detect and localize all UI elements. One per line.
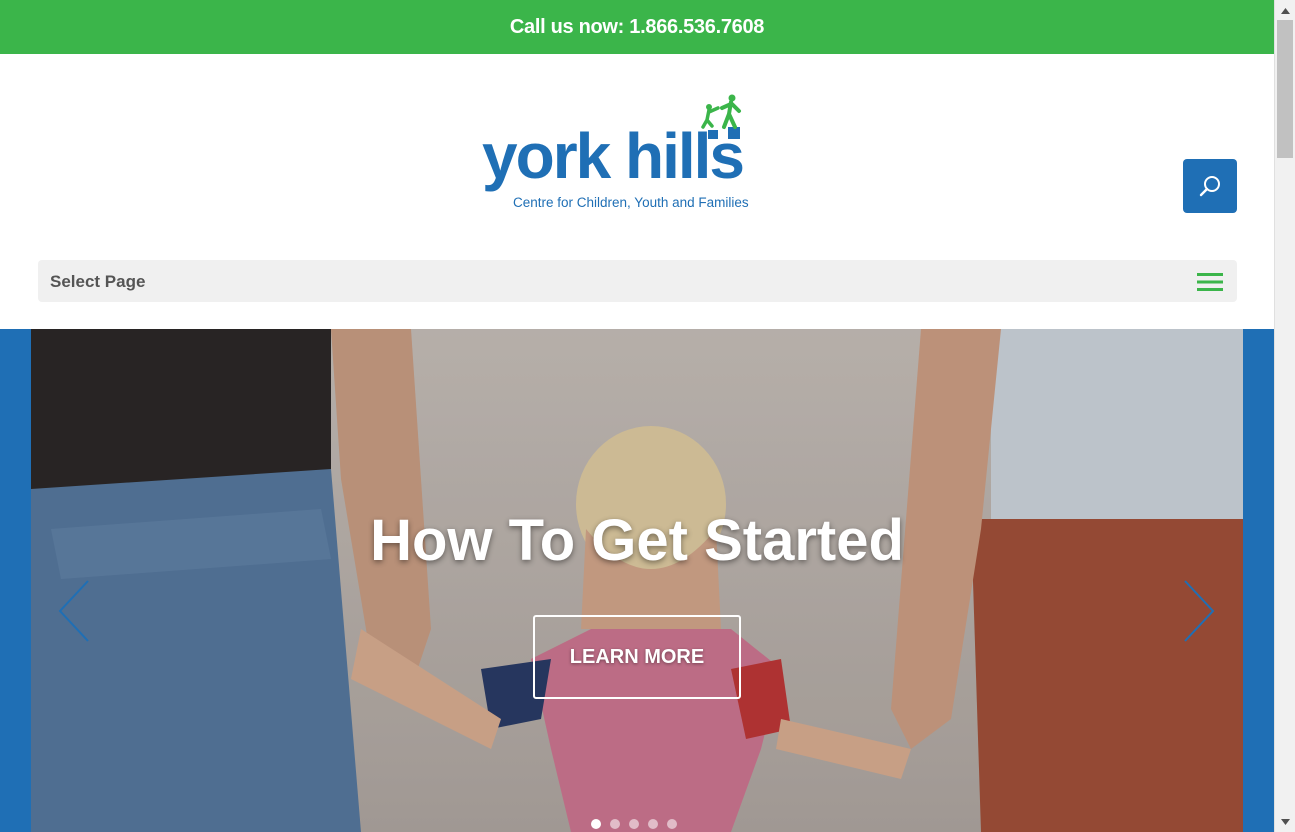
hero-slider: How To Get Started LEARN MORE xyxy=(31,329,1243,832)
slider-pagination xyxy=(591,819,677,829)
hamburger-icon[interactable] xyxy=(1197,272,1223,292)
hero-section: How To Get Started LEARN MORE xyxy=(0,329,1274,832)
hero-title: How To Get Started xyxy=(370,508,904,573)
slide-dot[interactable] xyxy=(591,819,601,829)
york-hills-logo[interactable]: york hills Centre for Children, Youth an… xyxy=(480,94,802,216)
logo-tagline: Centre for Children, Youth and Families xyxy=(513,195,749,210)
chevron-right-icon[interactable] xyxy=(1181,579,1221,643)
select-page-label: Select Page xyxy=(50,272,146,291)
scroll-down-icon[interactable] xyxy=(1275,813,1295,830)
top-call-bar: Call us now: 1.866.536.7608 xyxy=(0,0,1274,54)
mobile-menu-select[interactable]: Select Page xyxy=(38,260,1237,302)
search-icon xyxy=(1199,176,1220,197)
page-scrollbar[interactable] xyxy=(1274,0,1295,832)
scroll-up-icon[interactable] xyxy=(1275,2,1295,19)
slide-dot[interactable] xyxy=(629,819,639,829)
learn-more-button[interactable]: LEARN MORE xyxy=(533,615,741,699)
slide-dot[interactable] xyxy=(667,819,677,829)
scrollbar-thumb[interactable] xyxy=(1277,20,1293,158)
logo-wordmark: york hills xyxy=(482,120,745,192)
call-us-phone[interactable]: Call us now: 1.866.536.7608 xyxy=(510,16,765,39)
slide-dot[interactable] xyxy=(648,819,658,829)
slide-dot[interactable] xyxy=(610,819,620,829)
site-header: york hills Centre for Children, Youth an… xyxy=(0,54,1274,329)
hero-overlay xyxy=(31,329,1243,832)
search-button[interactable] xyxy=(1183,159,1237,213)
chevron-left-icon[interactable] xyxy=(56,579,96,643)
